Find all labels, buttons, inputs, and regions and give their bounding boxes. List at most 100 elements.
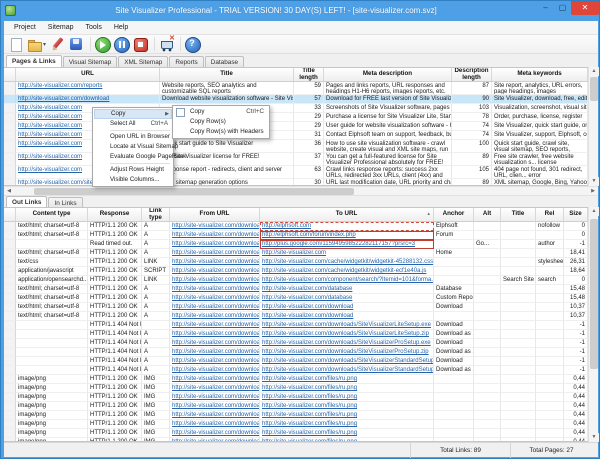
menu-item-copy-row-s-with-headers[interactable]: Copy Row(s) with Headers <box>174 127 268 137</box>
from-url-link[interactable]: http://site-visualizer.com/download <box>172 223 260 229</box>
minimize-button[interactable]: – <box>537 1 554 15</box>
table-row[interactable]: image/pngHTTP/1.1 200 OKIMGhttp://site-v… <box>4 384 588 393</box>
table-row[interactable]: image/pngHTTP/1.1 200 OKIMGhttp://site-v… <box>4 375 588 384</box>
links-vscrollbar[interactable]: ▲ ▼ <box>588 207 598 442</box>
menu-item-copy[interactable]: Copy▶ <box>94 109 172 119</box>
toolbar-button-stop-crawling[interactable] <box>132 36 149 53</box>
table-row[interactable]: HTTP/1.1 404 Not FoundAhttp://site-visua… <box>4 357 588 366</box>
tab-reports[interactable]: Reports <box>169 56 203 67</box>
from-url-link[interactable]: http://site-visualizer.com/download <box>172 403 260 409</box>
from-url-link[interactable]: http://site-visualizer.com/download <box>172 412 260 418</box>
menu-item-visible-columns-[interactable]: Visible Columns... <box>94 175 172 185</box>
dropdown-caret-icon[interactable]: ▾ <box>43 41 46 48</box>
table-row[interactable]: http://site-visualizer.com/reportsWebsit… <box>4 82 588 95</box>
from-url-link[interactable]: http://site-visualizer.com/download <box>172 304 260 310</box>
to-url-link[interactable]: http://site-visualizer.com/component/sea… <box>262 277 434 283</box>
table-row[interactable]: HTTP/1.1 404 Not Foundhttp://site-visual… <box>4 321 588 330</box>
url-link[interactable]: http://site-visualizer.com/download <box>18 96 109 102</box>
toolbar-button-pause-crawling[interactable] <box>113 36 130 53</box>
toolbar-button-help[interactable] <box>184 36 201 53</box>
pages-hscrollbar[interactable]: ◀ ▶ <box>4 186 598 196</box>
menu-item-help[interactable]: Help <box>108 22 134 33</box>
from-url-link[interactable]: http://site-visualizer.com/download <box>172 268 260 274</box>
pages-vscrollbar[interactable]: ▲ ▼ <box>588 67 598 186</box>
column-header[interactable]: Title <box>501 208 536 221</box>
table-row[interactable]: text/html; charset=utf-8HTTP/1.1 200 OKA… <box>4 249 588 258</box>
from-url-link[interactable]: http://site-visualizer.com/download <box>172 340 260 346</box>
to-url-link[interactable]: http://site-visualizer.com/files/ru.png <box>262 421 357 427</box>
to-url-link[interactable]: http://site-visualizer.com/download <box>262 304 353 310</box>
from-url-link[interactable]: http://site-visualizer.com/download <box>172 232 260 238</box>
tab-xml-sitemap[interactable]: XML Sitemap <box>118 56 168 67</box>
to-url-link[interactable]: http://site-visualizer.com/files/ru.png <box>262 394 357 400</box>
scroll-down-icon[interactable]: ▼ <box>589 433 599 442</box>
to-url-link[interactable]: http://site-visualizer.com/downloads/Sit… <box>262 358 434 364</box>
menu-item-evaluate-google-pagerank[interactable]: Evaluate Google PageRank <box>94 152 172 162</box>
to-url-link[interactable]: http://elphsoft.com <box>262 223 311 229</box>
scroll-up-icon[interactable]: ▲ <box>589 207 599 216</box>
scroll-thumb[interactable] <box>590 77 598 101</box>
column-header[interactable]: To URL▲ <box>260 208 434 221</box>
table-row[interactable]: HTTP/1.1 404 Not FoundAhttp://site-visua… <box>4 330 588 339</box>
to-url-link[interactable]: http://site-visualizer.com/database <box>262 286 352 292</box>
scroll-right-icon[interactable]: ▶ <box>588 187 598 196</box>
scroll-up-icon[interactable]: ▲ <box>589 67 599 76</box>
url-link[interactable]: http://site-visualizer.com <box>18 123 82 129</box>
menu-item-copy[interactable]: CopyCtrl+C <box>174 107 268 117</box>
from-url-link[interactable]: http://site-visualizer.com/download <box>172 394 260 400</box>
table-row[interactable]: Read timed out.Ahttp://site-visualizer.c… <box>4 240 588 249</box>
menu-item-copy-row-s-[interactable]: Copy Row(s) <box>174 117 268 127</box>
title-bar[interactable]: Site Visualizer Professional - TRIAL VER… <box>1 1 600 21</box>
to-url-link[interactable]: http://site-visualizer.com/database <box>262 295 352 301</box>
from-url-link[interactable]: http://site-visualizer.com/download <box>172 376 260 382</box>
from-url-link[interactable]: http://site-visualizer.com/download <box>172 367 260 373</box>
column-header[interactable]: Title <box>160 68 294 81</box>
url-link[interactable]: http://site-visualizer.com <box>18 105 82 111</box>
column-header[interactable]: Alt <box>474 208 501 221</box>
from-url-link[interactable]: http://site-visualizer.com/download <box>172 322 260 328</box>
to-url-link[interactable]: http://site-visualizer.com/cache/widgetk… <box>262 259 433 265</box>
to-url-link[interactable]: http://site-visualizer.com/files/ru.png <box>262 412 357 418</box>
to-url-link[interactable]: http://site-visualizer.com/files/ru.png <box>262 376 357 382</box>
url-link[interactable]: http://site-visualizer.com <box>18 167 82 173</box>
url-link[interactable]: http://site-visualizer.com <box>18 132 82 138</box>
from-url-link[interactable]: http://site-visualizer.com/download <box>172 331 260 337</box>
column-header[interactable]: Meta description <box>324 68 452 81</box>
table-row[interactable]: text/html; charset=utf-8HTTP/1.1 200 OKA… <box>4 231 588 240</box>
table-row[interactable]: text/cssHTTP/1.1 200 OKLINKhttp://site-v… <box>4 258 588 267</box>
column-header[interactable]: From URL <box>170 208 260 221</box>
table-row[interactable]: HTTP/1.1 404 Not FoundAhttp://site-visua… <box>4 339 588 348</box>
to-url-link[interactable]: http://site-visualizer.com/downloads/Sit… <box>262 340 431 346</box>
table-row[interactable]: image/pngHTTP/1.1 200 OKIMGhttp://site-v… <box>4 393 588 402</box>
to-url-link[interactable]: http://site-visualizer.com/downloads/Sit… <box>262 349 429 355</box>
to-url-link[interactable]: http://site-visualizer.com/downloads/Sit… <box>262 331 429 337</box>
table-row[interactable]: image/pngHTTP/1.1 200 OKIMGhttp://site-v… <box>4 420 588 429</box>
from-url-link[interactable]: http://site-visualizer.com/download <box>172 385 260 391</box>
table-row[interactable]: text/html; charset=utf-8HTTP/1.1 200 OKA… <box>4 285 588 294</box>
menu-item-project[interactable]: Project <box>8 22 42 33</box>
to-url-link[interactable]: http://site-visualizer.com/files/ru.png <box>262 385 357 391</box>
from-url-link[interactable]: http://site-visualizer.com/download <box>172 277 260 283</box>
column-header[interactable]: Title length <box>294 68 324 81</box>
column-header[interactable]: Link type <box>142 208 170 221</box>
table-row[interactable]: HTTP/1.1 404 Not FoundAhttp://site-visua… <box>4 348 588 357</box>
to-url-link[interactable]: http://site-visualizer.com/download <box>262 313 353 319</box>
table-row[interactable]: text/html; charset=utf-8HTTP/1.1 200 OKA… <box>4 222 588 231</box>
to-url-link[interactable]: http://site-visualizer.com/files/ru.png <box>262 430 357 436</box>
to-url-link[interactable]: http://site-visualizer.com/downloads/Sit… <box>262 322 431 328</box>
toolbar-button-save-project[interactable] <box>68 36 85 53</box>
to-url-link[interactable]: http://plus.google.com/11594959852228211… <box>262 241 415 247</box>
table-row[interactable]: http://site-visualizer.com/downloadDownl… <box>4 95 588 104</box>
from-url-link[interactable]: http://site-visualizer.com/download <box>172 313 260 319</box>
url-link[interactable]: http://site-visualizer.com <box>18 141 82 147</box>
toolbar-button-start-crawling[interactable] <box>94 36 111 53</box>
toolbar-button-new-project[interactable] <box>7 36 24 53</box>
tab-visual-sitemap[interactable]: Visual Sitemap <box>63 56 118 67</box>
toolbar-button-edit-project[interactable] <box>49 36 66 53</box>
toolbar-button-open-project[interactable]: ▾ <box>26 36 47 53</box>
to-url-link[interactable]: http://elphsoft.com/forum/index.php <box>262 232 356 238</box>
column-header[interactable]: Content type <box>16 208 88 221</box>
table-row[interactable]: text/html; charset=utf-8HTTP/1.1 200 OKA… <box>4 312 588 321</box>
menu-item-adjust-rows-height[interactable]: Adjust Rows Height <box>94 165 172 175</box>
scroll-left-icon[interactable]: ◀ <box>4 187 14 196</box>
